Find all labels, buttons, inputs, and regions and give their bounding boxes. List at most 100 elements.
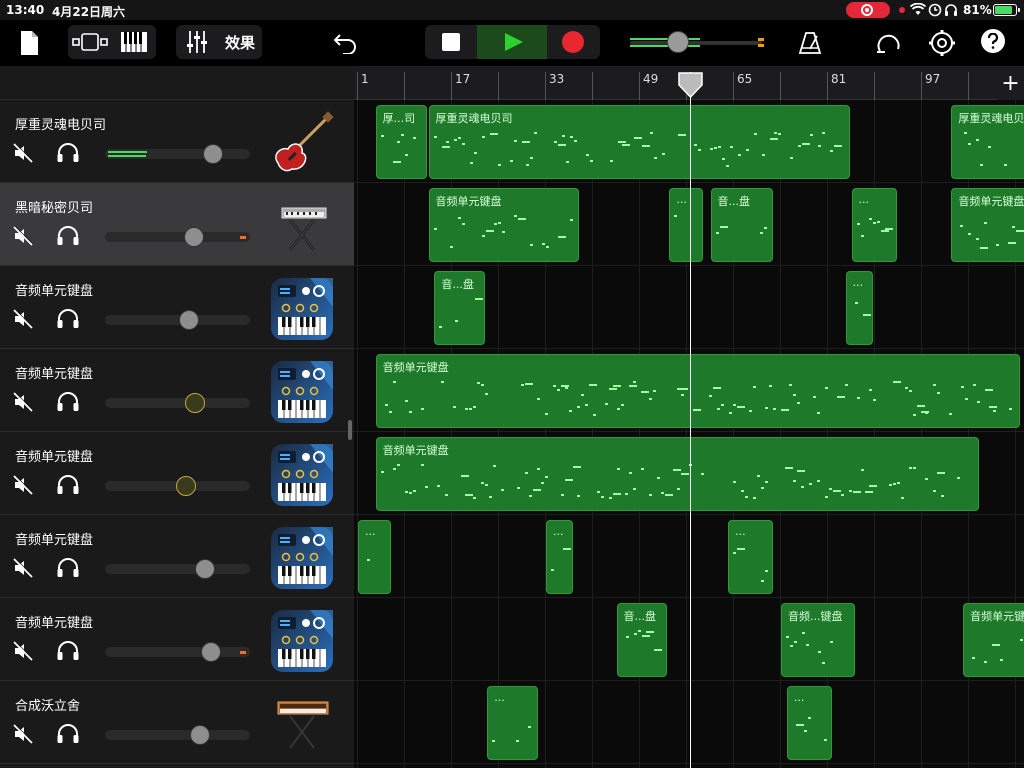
- effects-button[interactable]: 效果: [218, 25, 262, 59]
- track-region[interactable]: 音频单元键盘: [963, 603, 1024, 677]
- track-header[interactable]: 合成沃立舍: [0, 681, 354, 764]
- track-volume-slider[interactable]: [105, 227, 250, 247]
- master-volume-slider[interactable]: [630, 31, 770, 53]
- track-mute-button[interactable]: [12, 723, 34, 745]
- track-instrument-thumbnail[interactable]: [270, 360, 334, 424]
- settings-button[interactable]: [927, 28, 957, 58]
- track-region[interactable]: ...: [786, 686, 832, 760]
- mixer-button[interactable]: [176, 25, 218, 59]
- metronome-button[interactable]: [796, 28, 824, 58]
- tracks-view-button[interactable]: [68, 25, 112, 59]
- track-mute-button[interactable]: [12, 474, 34, 496]
- tracks-grid[interactable]: 厚...司 厚重灵魂电贝司 厚重灵魂电贝司音频单元键盘... 音...盘... 音频单元…: [354, 100, 1024, 768]
- track-volume-knob[interactable]: [185, 393, 205, 413]
- track-region[interactable]: 音...盘: [434, 271, 486, 345]
- record-button[interactable]: [547, 25, 600, 59]
- track-region[interactable]: 音频单元键盘: [951, 188, 1024, 262]
- track-volume-knob[interactable]: [195, 559, 215, 579]
- midi-note: [884, 228, 893, 230]
- track-volume-slider[interactable]: [105, 393, 250, 413]
- track-instrument-thumbnail[interactable]: [270, 526, 334, 590]
- track-solo-button[interactable]: [56, 142, 80, 164]
- track-instrument-thumbnail[interactable]: [270, 443, 334, 507]
- midi-note: [608, 497, 612, 499]
- track-region[interactable]: ...: [546, 520, 574, 594]
- track-instrument-thumbnail[interactable]: [270, 277, 334, 341]
- add-section-button[interactable]: +: [997, 66, 1024, 100]
- midi-note: [472, 406, 476, 408]
- playhead-handle[interactable]: [678, 72, 703, 98]
- track-volume-knob[interactable]: [201, 642, 222, 662]
- stop-button[interactable]: [425, 25, 477, 59]
- track-region[interactable]: 音...盘: [616, 603, 668, 677]
- track-solo-button[interactable]: [56, 225, 80, 247]
- track-header[interactable]: 音频单元键盘: [0, 349, 354, 432]
- track-mute-button[interactable]: [12, 308, 34, 330]
- track-instrument-thumbnail[interactable]: [270, 692, 334, 756]
- track-solo-button[interactable]: [56, 391, 80, 413]
- midi-note: [632, 381, 636, 383]
- track-header-resize-handle[interactable]: [348, 420, 352, 440]
- midi-note: [461, 143, 465, 145]
- help-button[interactable]: [981, 29, 1005, 53]
- midi-note: [715, 232, 719, 234]
- track-instrument-thumbnail[interactable]: [270, 194, 334, 258]
- track-volume-slider[interactable]: [105, 476, 250, 496]
- track-volume-knob[interactable]: [176, 476, 197, 496]
- track-region[interactable]: 音频单元键盘: [375, 437, 979, 511]
- track-region[interactable]: 厚重灵魂电贝司: [951, 105, 1024, 179]
- track-solo-button[interactable]: [56, 308, 80, 330]
- track-region[interactable]: ...: [851, 188, 897, 262]
- track-region[interactable]: ...: [358, 520, 392, 594]
- track-region[interactable]: 音频单元键盘: [428, 188, 580, 262]
- midi-note: [960, 386, 964, 388]
- track-region[interactable]: 厚...司: [375, 105, 427, 179]
- track-region[interactable]: 音频单元键盘: [375, 354, 1020, 428]
- track-region[interactable]: ...: [845, 271, 873, 345]
- track-mute-button[interactable]: [12, 142, 34, 164]
- track-mute-button[interactable]: [12, 557, 34, 579]
- midi-note: [572, 466, 581, 468]
- track-mute-button[interactable]: [12, 391, 34, 413]
- track-volume-slider[interactable]: [105, 725, 250, 745]
- undo-button[interactable]: [330, 28, 360, 58]
- track-volume-knob[interactable]: [183, 227, 204, 247]
- midi-note: [732, 404, 736, 406]
- midi-note: [396, 464, 400, 466]
- track-header[interactable]: 音频单元键盘: [0, 598, 354, 681]
- track-solo-button[interactable]: [56, 640, 80, 662]
- track-volume-slider[interactable]: [105, 310, 250, 330]
- headphones-icon: [57, 724, 79, 743]
- screen-recording-indicator[interactable]: [846, 2, 890, 18]
- my-songs-button[interactable]: [16, 28, 42, 58]
- track-volume-knob[interactable]: [202, 144, 223, 164]
- track-mute-button[interactable]: [12, 225, 34, 247]
- play-button[interactable]: [477, 25, 547, 59]
- track-header[interactable]: 音频单元键盘: [0, 432, 354, 515]
- track-solo-button[interactable]: [56, 557, 80, 579]
- track-region[interactable]: 音...盘: [710, 188, 774, 262]
- track-volume-slider[interactable]: [105, 642, 250, 662]
- track-header[interactable]: 厚重灵魂电贝司: [0, 100, 354, 183]
- track-region[interactable]: ...: [487, 686, 539, 760]
- track-header[interactable]: 黑暗秘密贝司: [0, 183, 354, 266]
- track-instrument-thumbnail[interactable]: [270, 111, 334, 175]
- master-volume-knob[interactable]: [667, 31, 689, 53]
- track-volume-knob[interactable]: [178, 310, 199, 330]
- instrument-view-button[interactable]: [112, 25, 156, 59]
- track-solo-button[interactable]: [56, 474, 80, 496]
- track-region[interactable]: ...: [669, 188, 703, 262]
- track-volume-knob[interactable]: [190, 725, 210, 745]
- playhead-line[interactable]: [690, 72, 691, 768]
- track-instrument-thumbnail[interactable]: [270, 609, 334, 673]
- track-volume-slider[interactable]: [105, 559, 250, 579]
- track-solo-button[interactable]: [56, 723, 80, 745]
- track-mute-button[interactable]: [12, 640, 34, 662]
- track-header[interactable]: 音频单元键盘: [0, 515, 354, 598]
- track-header[interactable]: 音频单元键盘: [0, 266, 354, 349]
- track-region[interactable]: ...: [728, 520, 774, 594]
- track-volume-slider[interactable]: [105, 144, 250, 164]
- track-region[interactable]: 厚重灵魂电贝司: [428, 105, 850, 179]
- loop-browser-button[interactable]: [874, 28, 904, 58]
- track-region[interactable]: 音频...键盘: [781, 603, 856, 677]
